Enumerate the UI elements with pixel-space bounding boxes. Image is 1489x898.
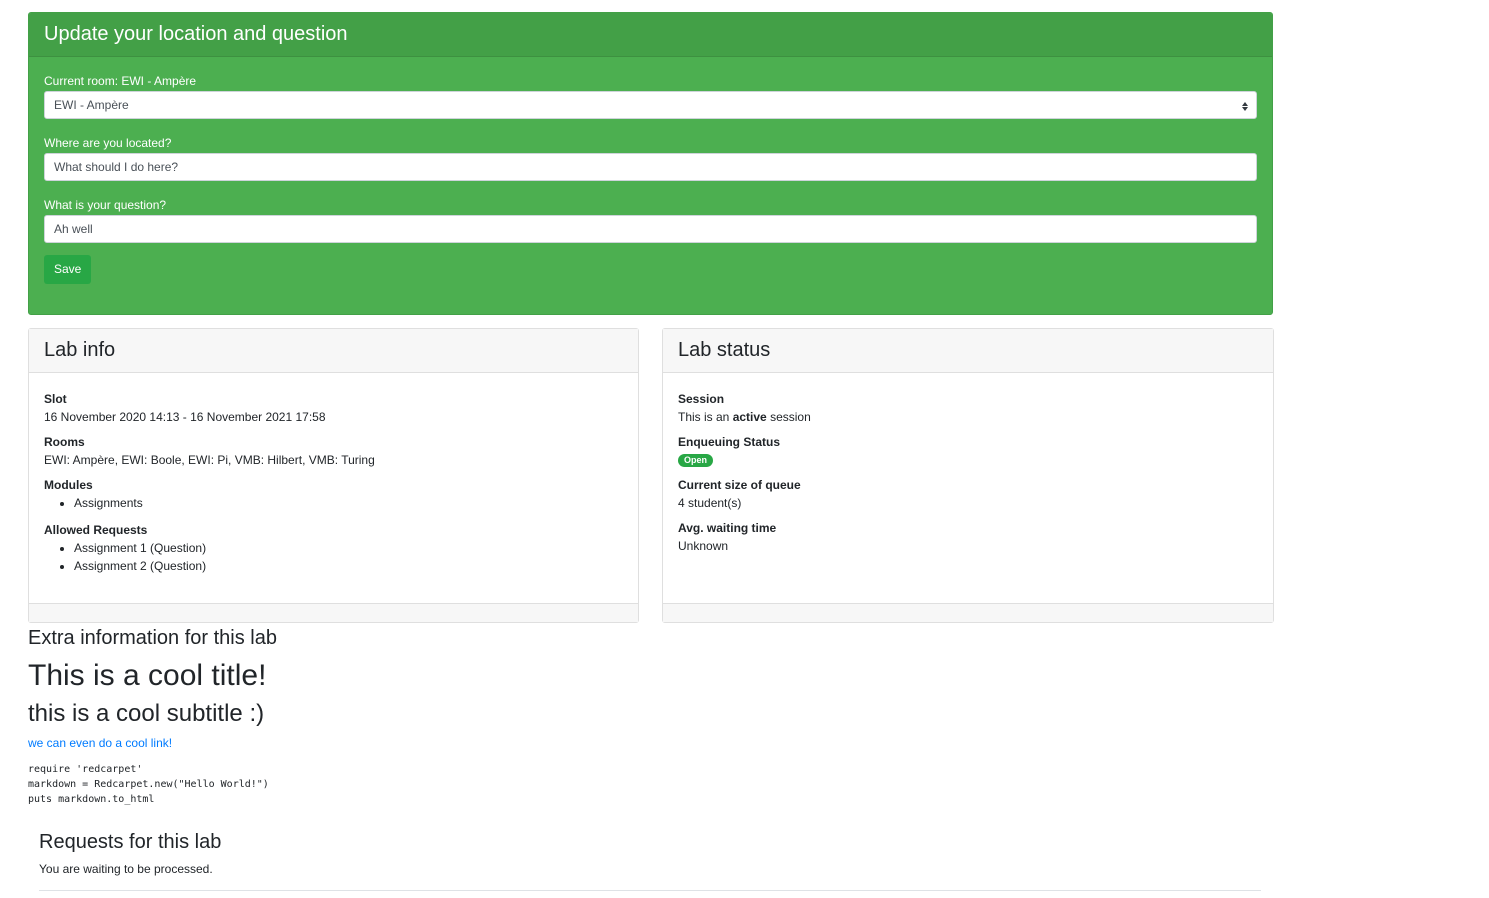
location-input-value: What should I do here? bbox=[54, 160, 179, 174]
list-item: Assignments bbox=[74, 494, 623, 512]
session-state: active bbox=[732, 410, 767, 424]
extra-info-heading: Extra information for this lab bbox=[28, 627, 277, 649]
lab-info-card: Lab info Slot 16 November 2020 14:13 - 1… bbox=[28, 328, 639, 623]
room-field-group: Current room: EWI - Ampère EWI - Ampère bbox=[44, 74, 1257, 119]
modules-label: Modules bbox=[44, 478, 93, 492]
code-block: require 'redcarpet' markdown = Redcarpet… bbox=[28, 764, 269, 805]
update-card-body: Current room: EWI - Ampère EWI - Ampère … bbox=[29, 57, 1272, 284]
slot-label: Slot bbox=[44, 392, 67, 406]
lab-info-body: Slot 16 November 2020 14:13 - 16 Novembe… bbox=[29, 373, 638, 575]
question-input[interactable]: Ah well bbox=[44, 215, 1257, 243]
lab-info-title: Lab info bbox=[44, 339, 116, 361]
enqueuing-status-label: Enqueuing Status bbox=[678, 435, 780, 449]
requests-status-text: You are waiting to be processed. bbox=[39, 862, 213, 876]
extra-info-subtitle: this is a cool subtitle :) bbox=[28, 700, 265, 727]
save-button[interactable]: Save bbox=[44, 255, 92, 284]
room-select-value: EWI - Ampère bbox=[54, 98, 129, 112]
status-badge: Open bbox=[678, 454, 714, 468]
list-item: Assignment 2 (Question) bbox=[74, 557, 623, 575]
queue-size-value: 4 student(s) bbox=[678, 496, 742, 510]
lab-info-footer bbox=[29, 603, 638, 622]
cool-link[interactable]: we can even do a cool link! bbox=[28, 736, 1273, 750]
update-card-title: Update your location and question bbox=[44, 23, 348, 45]
avg-wait-value: Unknown bbox=[678, 539, 729, 553]
lab-status-footer bbox=[663, 603, 1273, 622]
lab-status-header: Lab status bbox=[663, 329, 1273, 373]
current-room-label: Current room: EWI - Ampère bbox=[44, 74, 197, 88]
requests-heading: Requests for this lab bbox=[39, 831, 222, 853]
update-location-card: Update your location and question Curren… bbox=[28, 12, 1273, 315]
question-label: What is your question? bbox=[44, 198, 167, 212]
slot-value: 16 November 2020 14:13 - 16 November 202… bbox=[44, 410, 326, 424]
session-value: This is an active session bbox=[678, 408, 1258, 426]
modules-list: Assignments bbox=[44, 494, 623, 512]
session-prefix: This is an bbox=[678, 410, 730, 424]
queue-size-label: Current size of queue bbox=[678, 478, 801, 492]
lab-status-card: Lab status Session This is an active ses… bbox=[662, 328, 1274, 623]
location-label: Where are you located? bbox=[44, 136, 172, 150]
lab-status-title: Lab status bbox=[678, 339, 771, 361]
question-field-group: What is your question? Ah well bbox=[44, 198, 1257, 243]
update-card-header: Update your location and question bbox=[29, 13, 1272, 57]
location-input[interactable]: What should I do here? bbox=[44, 153, 1257, 181]
location-field-group: Where are you located? What should I do … bbox=[44, 136, 1257, 181]
enqueuing-status-value: Open bbox=[678, 451, 1258, 469]
lab-info-header: Lab info bbox=[29, 329, 638, 373]
avg-wait-label: Avg. waiting time bbox=[678, 521, 777, 535]
question-input-value: Ah well bbox=[54, 222, 93, 236]
extra-info-section: Extra information for this lab This is a… bbox=[28, 626, 1273, 807]
room-select[interactable]: EWI - Ampère bbox=[44, 91, 1257, 119]
lab-status-body: Session This is an active session Enqueu… bbox=[663, 373, 1273, 555]
rooms-label: Rooms bbox=[44, 435, 85, 449]
session-suffix: session bbox=[770, 410, 811, 424]
allowed-requests-label: Allowed Requests bbox=[44, 523, 148, 537]
select-arrows-icon bbox=[1242, 99, 1248, 113]
extra-info-title: This is a cool title! bbox=[28, 659, 267, 692]
allowed-requests-list: Assignment 1 (Question) Assignment 2 (Qu… bbox=[44, 539, 623, 575]
requests-section: Requests for this lab You are waiting to… bbox=[39, 830, 1261, 898]
list-item: Assignment 1 (Question) bbox=[74, 539, 623, 557]
rooms-value: EWI: Ampère, EWI: Boole, EWI: Pi, VMB: H… bbox=[44, 453, 375, 467]
session-label: Session bbox=[678, 392, 725, 406]
